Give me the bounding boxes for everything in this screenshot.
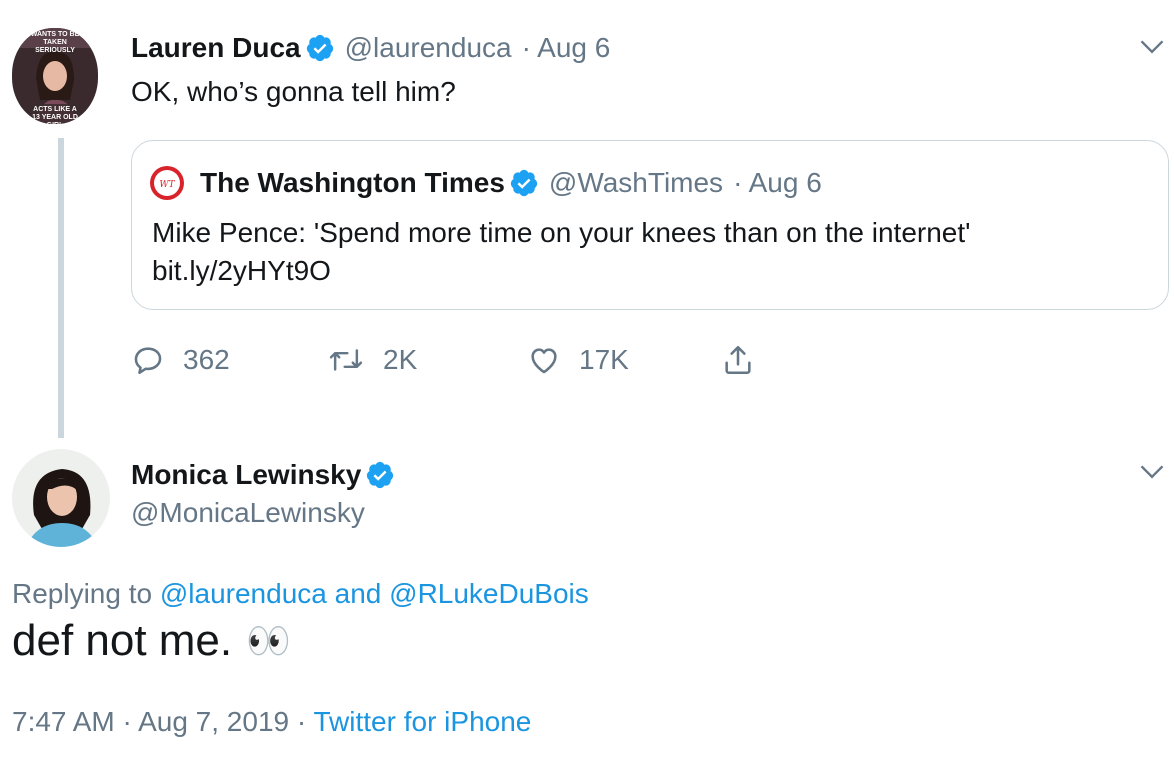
quoted-tweet-text: Mike Pence: 'Spend more time on your kne… [152,217,971,248]
quoted-tweet-header: WT The Washington Times @WashTimes · Aug… [150,163,822,203]
author-name[interactable]: Monica Lewinsky [131,459,361,491]
retweet-count: 2K [383,344,418,375]
quoted-tweet-link[interactable]: bit.ly/2yHYt9O [152,255,331,287]
replying-to-label: Replying to [12,578,153,609]
replying-user-link[interactable]: @laurenduca [160,578,327,609]
reply-count: 362 [183,344,230,375]
verified-badge-icon [510,169,538,197]
tweet-meta: 7:47 AM · Aug 7, 2019 · Twitter for iPho… [12,706,531,738]
replying-and: and [334,578,382,609]
chevron-down-icon[interactable] [1138,32,1166,60]
tweet-time[interactable]: 7:47 AM [12,706,115,737]
svg-text:WT: WT [159,180,175,190]
like-count: 17K [579,344,629,375]
replying-to: Replying to @laurenduca and @RLukeDuBois [12,578,589,610]
share-icon [725,345,751,375]
author-handle[interactable]: @laurenduca [345,32,512,64]
author-handle[interactable]: @MonicaLewinsky [131,497,365,529]
main-tweet-body: def not me. 👀 [12,616,291,666]
share-button[interactable] [721,340,773,380]
retweet-button[interactable]: 2K [327,340,417,380]
washington-times-logo-icon: WT [150,166,184,200]
thread-line [58,138,64,438]
user-avatar-icon [12,449,110,547]
verified-badge-icon [306,34,333,62]
like-button[interactable]: 17K [527,340,629,380]
tweet-text: OK, who’s gonna tell him? [131,76,456,107]
tweet-full-date[interactable]: · Aug 7, 2019 · [123,706,307,737]
verified-badge-icon [367,461,394,489]
eyes-emoji: 👀 [246,620,291,661]
quoted-author-handle[interactable]: @WashTimes [549,167,723,199]
main-author-row: Monica Lewinsky [131,455,399,495]
author-name[interactable]: Lauren Duca [131,32,301,64]
parent-avatar[interactable]: WANTS TO BE TAKEN SERIOUSLY ACTS LIKE A … [12,28,98,124]
reply-button[interactable]: 362 [131,340,230,380]
tweet-source[interactable]: Twitter for iPhone [313,706,531,737]
tweet-date[interactable]: · Aug 6 [522,32,611,64]
avatar-caption-top: WANTS TO BE TAKEN SERIOUSLY [30,31,80,54]
quoted-tweet-card[interactable]: WT The Washington Times @WashTimes · Aug… [131,140,1169,310]
quoted-tweet-date[interactable]: · Aug 6 [733,167,822,199]
chevron-down-icon[interactable] [1138,457,1166,485]
quoted-author-name[interactable]: The Washington Times [200,167,505,199]
main-tweet-text: def not me. [12,616,233,665]
retweet-icon [329,349,363,371]
replying-user-link[interactable]: @RLukeDuBois [389,578,589,609]
heart-icon [531,348,557,374]
avatar-caption-bottom: ACTS LIKE A 13 YEAR OLD GIRL [32,106,78,124]
parent-header: Lauren Duca @laurenduca · Aug 6 [131,28,610,68]
main-avatar[interactable] [12,449,110,547]
reply-icon [134,347,162,375]
